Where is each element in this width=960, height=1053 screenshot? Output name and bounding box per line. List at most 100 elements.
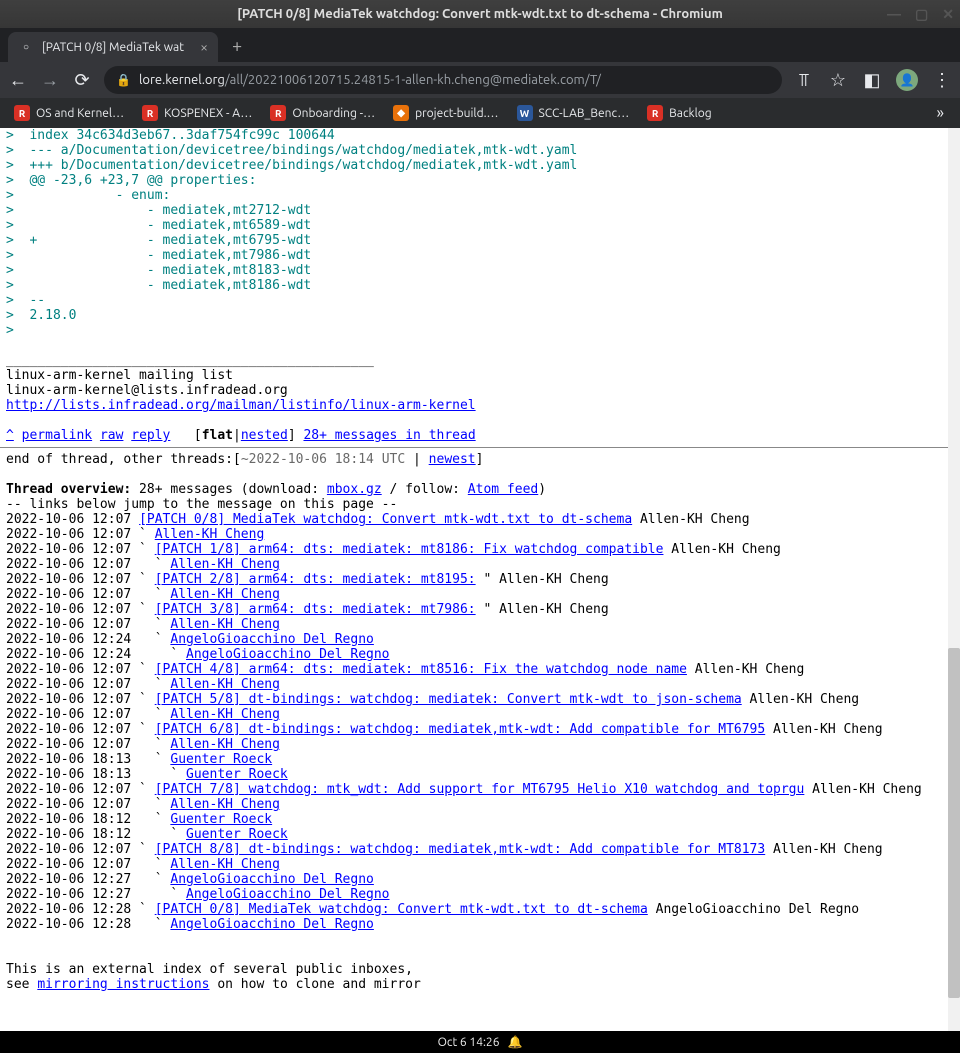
back-button[interactable]: ←	[8, 70, 28, 91]
thread-link[interactable]: AngeloGioacchino Del Regno	[186, 647, 390, 662]
raw-link[interactable]: raw	[100, 428, 123, 443]
menu-icon[interactable]: ⋮	[932, 70, 952, 91]
thread-link[interactable]: [PATCH 1/8] arm64: dts: mediatek: mt8186…	[155, 542, 664, 557]
thread-link[interactable]: Allen-KH Cheng	[170, 857, 280, 872]
bookmark-favicon: R	[270, 105, 286, 121]
avatar[interactable]: 👤	[896, 69, 918, 91]
diff-line: > index 34c634d3eb67..3daf754fc99c 10064…	[6, 128, 335, 143]
thread-link[interactable]: Allen-KH Cheng	[155, 527, 265, 542]
mailing-list-addr: linux-arm-kernel@lists.infradead.org	[6, 383, 288, 398]
thread-link[interactable]: [PATCH 2/8] arm64: dts: mediatek: mt8195…	[155, 572, 476, 587]
thread-link[interactable]: Allen-KH Cheng	[170, 677, 280, 692]
thread-link[interactable]: Allen-KH Cheng	[170, 617, 280, 632]
diff-line: > - mediatek,mt8183-wdt	[6, 263, 311, 278]
bookmarks-overflow-icon[interactable]: »	[926, 104, 954, 122]
addr-path: /all/20221006120715.24815-1-allen-kh.che…	[225, 73, 601, 87]
thread-link[interactable]: Allen-KH Cheng	[170, 707, 280, 722]
thread-link[interactable]: [PATCH 8/8] dt-bindings: watchdog: media…	[155, 842, 765, 857]
diff-line: > - mediatek,mt6589-wdt	[6, 218, 311, 233]
bookmark-item[interactable]: R OS and Kernel…	[6, 101, 132, 125]
maximize-icon[interactable]: ▢	[915, 6, 928, 23]
thread-link[interactable]: Guenter Roeck	[170, 752, 272, 767]
thread-link[interactable]: AngeloGioacchino Del Regno	[170, 632, 374, 647]
lock-icon[interactable]: 🔒	[116, 73, 131, 87]
thread-link[interactable]: Guenter Roeck	[186, 827, 288, 842]
thread-link[interactable]: Guenter Roeck	[186, 767, 288, 782]
thread-link[interactable]: [PATCH 0/8] MediaTek watchdog: Convert m…	[155, 902, 648, 917]
flat-view: flat	[202, 428, 233, 443]
thread-link[interactable]: [PATCH 3/8] arm64: dts: mediatek: mt7986…	[155, 602, 476, 617]
diff-line: > --	[6, 293, 53, 308]
nested-link[interactable]: nested	[241, 428, 288, 443]
bookmark-favicon: R	[14, 105, 30, 121]
separator	[0, 447, 960, 448]
thread-link[interactable]: [PATCH 4/8] arm64: dts: mediatek: mt8516…	[155, 662, 687, 677]
page-content[interactable]: > index 34c634d3eb67..3daf754fc99c 10064…	[0, 128, 960, 1031]
tab-title: [PATCH 0/8] MediaTek wat	[42, 41, 192, 54]
mirroring-link[interactable]: mirroring instructions	[37, 977, 209, 992]
tab-favicon: ○	[18, 39, 34, 55]
thread-link[interactable]: AngeloGioacchino Del Regno	[186, 887, 390, 902]
thread-link[interactable]: [PATCH 5/8] dt-bindings: watchdog: media…	[155, 692, 742, 707]
panel-icon[interactable]: ◧	[862, 70, 882, 91]
thread-overview-label: Thread overview:	[6, 482, 131, 497]
taskbar-clock[interactable]: Oct 6 14:26	[438, 1036, 500, 1049]
thread-link[interactable]: AngeloGioacchino Del Regno	[170, 872, 374, 887]
diff-line: > @@ -23,6 +23,7 @@ properties:	[6, 173, 256, 188]
minimize-icon[interactable]: —	[887, 6, 901, 22]
window-titlebar: [PATCH 0/8] MediaTek watchdog: Convert m…	[0, 0, 960, 28]
diff-line: > --- a/Documentation/devicetree/binding…	[6, 143, 577, 158]
forward-button[interactable]: →	[40, 70, 60, 91]
scrollbar-thumb[interactable]	[948, 648, 960, 998]
thread-link[interactable]: [PATCH 6/8] dt-bindings: watchdog: media…	[155, 722, 765, 737]
addr-domain: lore.kernel.org	[139, 73, 225, 87]
bookmark-star-icon[interactable]: ☆	[828, 70, 848, 91]
bookmark-label: KOSPENEX - A…	[164, 107, 252, 120]
permalink-link[interactable]: permalink	[22, 428, 92, 443]
diff-line: >	[6, 323, 22, 338]
thread-link[interactable]: [PATCH 0/8] MediaTek watchdog: Convert m…	[139, 512, 632, 527]
notification-bell-icon[interactable]: 🔔	[507, 1035, 522, 1049]
newest-link[interactable]: newest	[429, 452, 476, 467]
messages-link[interactable]: 28+ messages in thread	[303, 428, 475, 443]
reply-link[interactable]: reply	[131, 428, 170, 443]
browser-toolbar: ← → ⟳ 🔒 lore.kernel.org/all/202210061207…	[0, 62, 960, 98]
thread-link[interactable]: Allen-KH Cheng	[170, 797, 280, 812]
chromium-window: [PATCH 0/8] MediaTek watchdog: Convert m…	[0, 0, 960, 1031]
thread-link[interactable]: Allen-KH Cheng	[170, 587, 280, 602]
thread-link[interactable]: Allen-KH Cheng	[170, 557, 280, 572]
ext-line1: This is an external index of several pub…	[6, 962, 413, 977]
window-title: [PATCH 0/8] MediaTek watchdog: Convert m…	[237, 7, 723, 21]
mbox-link[interactable]: mbox.gz	[327, 482, 382, 497]
tab-strip: ○ [PATCH 0/8] MediaTek wat × +	[0, 28, 960, 62]
bookmark-item[interactable]: ◆project-build.…	[385, 101, 506, 125]
thread-link[interactable]: AngeloGioacchino Del Regno	[170, 917, 374, 932]
new-tab-button[interactable]: +	[232, 36, 242, 56]
thread-link[interactable]: [PATCH 7/8] watchdog: mtk_wdt: Add suppo…	[155, 782, 805, 797]
reload-button[interactable]: ⟳	[72, 70, 92, 91]
mailing-list-link[interactable]: http://lists.infradead.org/mailman/listi…	[6, 398, 476, 413]
bookmark-item[interactable]: RBacklog	[639, 101, 720, 125]
diff-line: > +++ b/Documentation/devicetree/binding…	[6, 158, 577, 173]
browser-tab[interactable]: ○ [PATCH 0/8] MediaTek wat ×	[8, 32, 218, 62]
taskbar[interactable]: Oct 6 14:26 🔔	[0, 1031, 960, 1053]
bookmark-item[interactable]: ROnboarding -…	[262, 101, 383, 125]
share-icon[interactable]: ⫪	[794, 70, 814, 91]
address-bar[interactable]: 🔒 lore.kernel.org/all/20221006120715.248…	[104, 66, 782, 94]
diff-line: > + - mediatek,mt6795-wdt	[6, 233, 311, 248]
diff-line: > - mediatek,mt7986-wdt	[6, 248, 311, 263]
scrollbar[interactable]	[948, 128, 960, 1031]
atom-link[interactable]: Atom feed	[468, 482, 538, 497]
close-icon[interactable]: ✕	[942, 6, 954, 23]
thread-link[interactable]: Guenter Roeck	[170, 812, 272, 827]
bookmark-item[interactable]: WSCC-LAB_Benc…	[509, 101, 638, 125]
bookmark-item[interactable]: R KOSPENEX - A…	[134, 101, 260, 125]
bookmark-favicon: R	[142, 105, 158, 121]
thread-link[interactable]: Allen-KH Cheng	[170, 737, 280, 752]
eot-pre: end of thread, other threads:[	[6, 452, 241, 467]
bookmark-label: OS and Kernel…	[36, 107, 124, 120]
nav-top-link[interactable]: ^	[6, 428, 14, 443]
bookmark-favicon: W	[517, 105, 533, 121]
tab-close-icon[interactable]: ×	[200, 39, 208, 55]
bookmark-label: Backlog	[669, 107, 712, 120]
